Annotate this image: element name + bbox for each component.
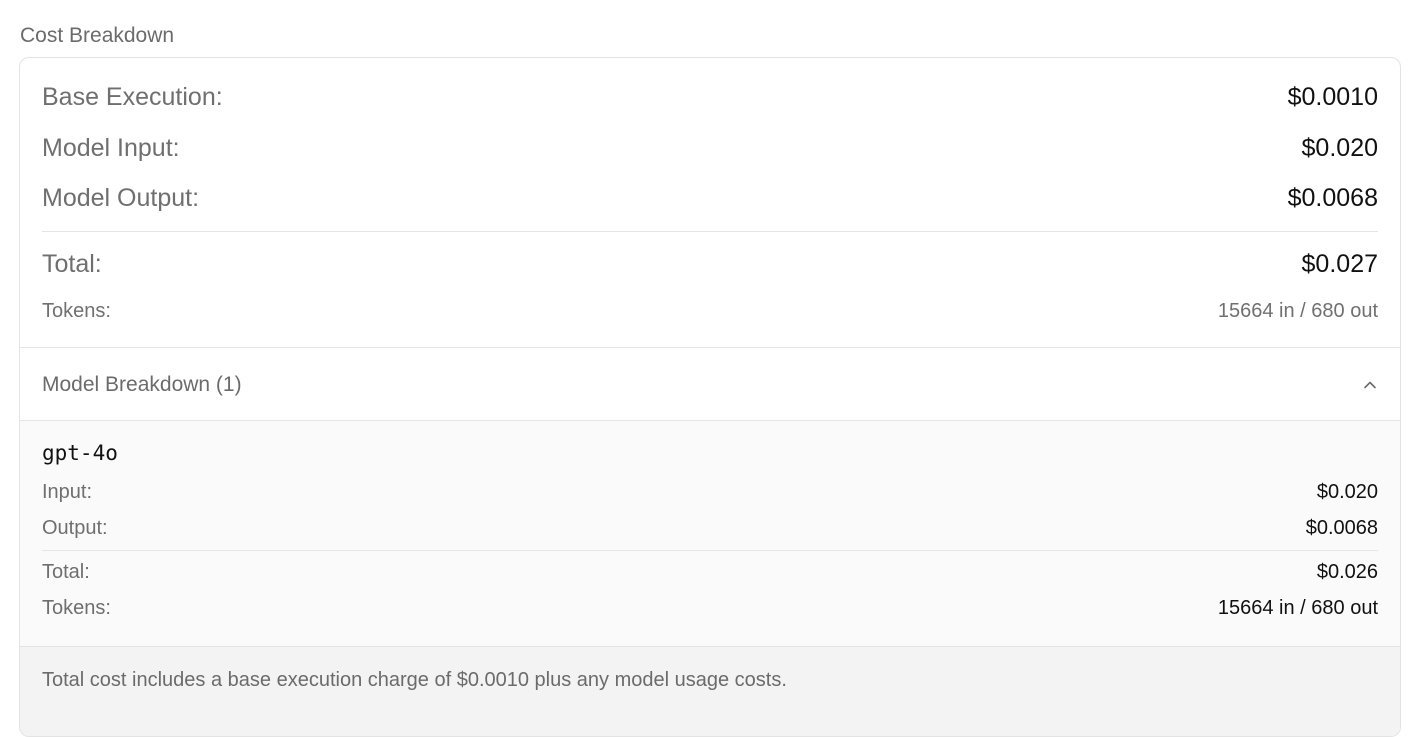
model-breakdown-title: Model Breakdown (1) [42, 372, 242, 396]
model-input-label: Model Input: [42, 133, 180, 162]
cost-footer: Total cost includes a base execution cha… [20, 646, 1400, 736]
model-output-value: $0.0068 [1305, 516, 1378, 539]
section-title: Cost Breakdown [20, 24, 175, 47]
model-divider [42, 550, 1378, 551]
model-input-row: Input: $0.020 [42, 478, 1378, 506]
model-total-row: Total: $0.026 [42, 558, 1378, 586]
model-input-label: Input: [42, 480, 93, 503]
model-output-row: Output: $0.0068 [42, 514, 1378, 542]
summary-divider [42, 231, 1378, 232]
model-breakdown-toggle[interactable]: Model Breakdown (1) [20, 348, 1400, 421]
model-input-row: Model Input: $0.020 [42, 131, 1378, 165]
model-output-label: Output: [42, 516, 108, 539]
total-label: Total: [42, 249, 102, 278]
model-output-label: Model Output: [42, 183, 200, 212]
model-breakdown-panel: gpt-4o Input: $0.020 Output: $0.0068 Tot… [20, 421, 1400, 646]
model-tokens-value: 15664 in / 680 out [1217, 596, 1378, 619]
model-name: gpt-4o [42, 441, 118, 465]
model-output-value: $0.0068 [1287, 183, 1378, 212]
model-input-value: $0.020 [1301, 133, 1378, 162]
model-input-value: $0.020 [1316, 480, 1378, 503]
model-tokens-row: Tokens: 15664 in / 680 out [42, 594, 1378, 622]
model-total-label: Total: [42, 560, 90, 583]
total-value: $0.027 [1301, 249, 1378, 278]
base-execution-label: Base Execution: [42, 82, 223, 111]
base-execution-row: Base Execution: $0.0010 [42, 80, 1378, 114]
tokens-row: Tokens: 15664 in / 680 out [42, 297, 1378, 325]
tokens-label: Tokens: [42, 299, 111, 322]
tokens-value: 15664 in / 680 out [1217, 299, 1378, 322]
model-tokens-label: Tokens: [42, 596, 111, 619]
model-output-row: Model Output: $0.0068 [42, 181, 1378, 215]
model-total-value: $0.026 [1316, 560, 1378, 583]
cost-breakdown-card: Base Execution: $0.0010 Model Input: $0.… [19, 57, 1401, 737]
footer-note: Total cost includes a base execution cha… [42, 669, 787, 691]
chevron-up-icon [1362, 377, 1378, 393]
total-row: Total: $0.027 [42, 247, 1378, 281]
base-execution-value: $0.0010 [1287, 82, 1378, 111]
